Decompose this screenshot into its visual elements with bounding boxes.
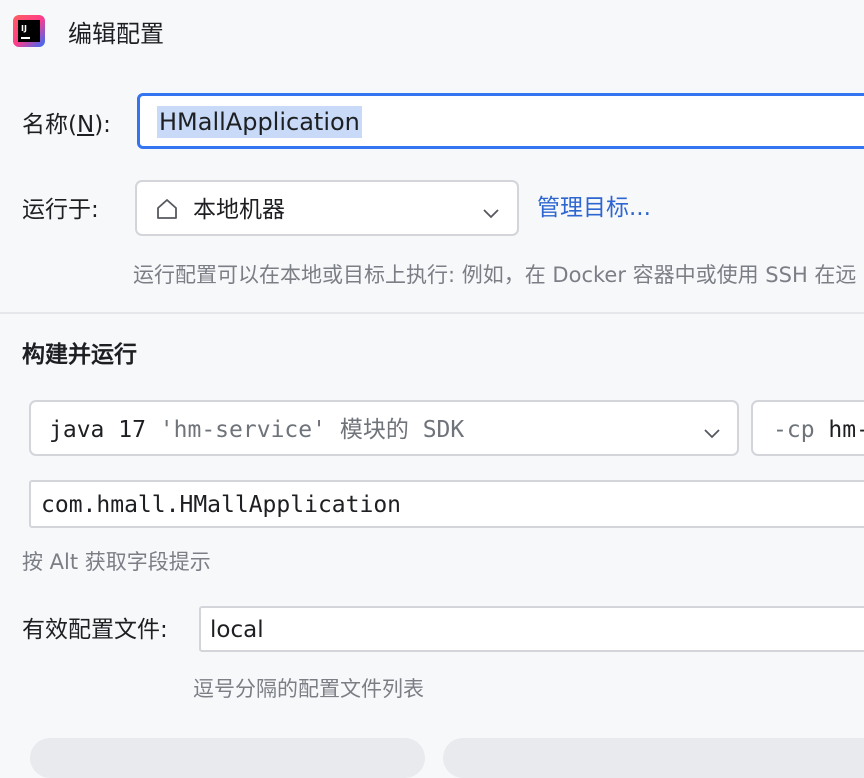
manage-targets-link[interactable]: 管理目标... [537, 193, 651, 223]
main-class-value: com.hmall.HMallApplication [41, 492, 402, 518]
bottom-option-button[interactable] [30, 738, 425, 778]
field-hint: 按 Alt 获取字段提示 [22, 550, 211, 574]
classpath-selected: -cp hm- [773, 417, 864, 443]
svg-text:IJ: IJ [21, 24, 27, 33]
jre-selected: java 17 'hm-service' 模块的 SDK [49, 417, 465, 443]
run-on-label: 运行于: [22, 197, 99, 223]
name-input[interactable]: HMallApplication [137, 93, 864, 149]
chevron-down-icon [483, 204, 499, 219]
active-profiles-value: local [210, 617, 264, 643]
active-profiles-input[interactable]: local [199, 606, 864, 652]
run-on-hint: 运行配置可以在本地或目标上执行: 例如，在 Docker 容器中或使用 SSH … [133, 263, 857, 287]
name-label: 名称(N): [22, 112, 111, 138]
window-title: 编辑配置 [68, 20, 164, 48]
classpath-module-dropdown[interactable]: -cp hm- [751, 400, 864, 456]
home-icon [155, 197, 179, 221]
chevron-down-icon [704, 424, 720, 439]
run-on-selected: 本地机器 [193, 197, 285, 223]
jre-dropdown[interactable]: java 17 'hm-service' 模块的 SDK [29, 400, 739, 456]
main-class-input[interactable]: com.hmall.HMallApplication [29, 480, 864, 528]
active-profiles-hint: 逗号分隔的配置文件列表 [193, 677, 424, 701]
run-on-dropdown[interactable]: 本地机器 [135, 180, 519, 236]
section-divider [0, 312, 864, 314]
active-profiles-label: 有效配置文件: [22, 617, 168, 643]
bottom-option-button[interactable] [443, 738, 864, 778]
intellij-logo-icon: IJ [13, 15, 45, 47]
build-run-section-title: 构建并运行 [22, 342, 137, 368]
name-input-value: HMallApplication [157, 106, 362, 138]
